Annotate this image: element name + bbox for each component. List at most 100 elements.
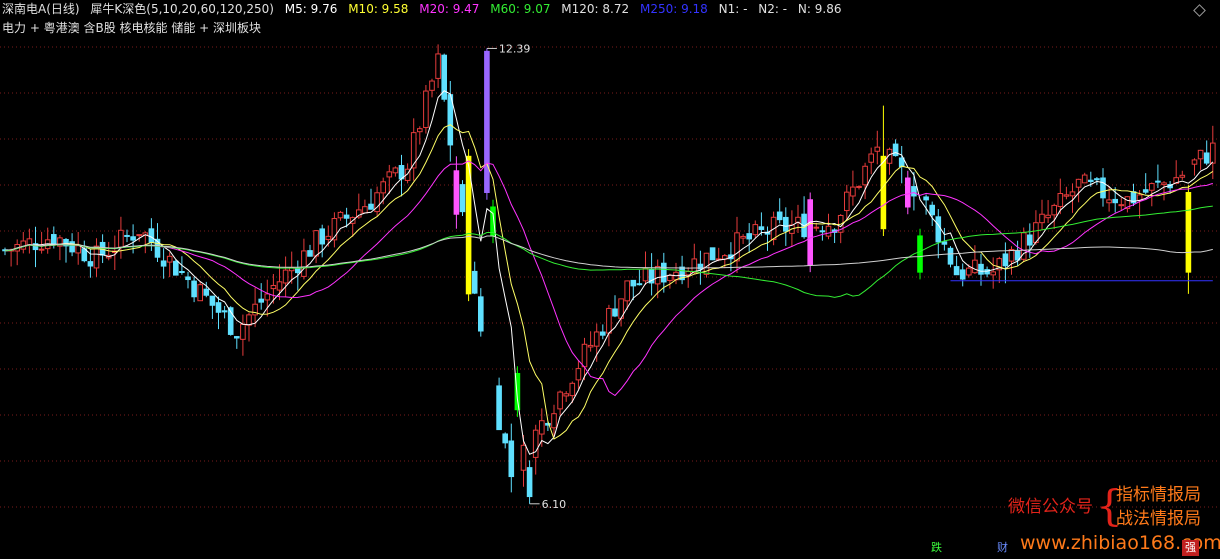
candle-body	[917, 235, 923, 273]
candle-body	[551, 413, 557, 429]
candle-body	[362, 206, 368, 214]
candle-body	[307, 250, 313, 257]
badge-qiang[interactable]: 强	[1182, 540, 1199, 556]
candle-body	[709, 247, 716, 261]
ma5-line	[4, 90, 1214, 455]
candle-body	[874, 146, 881, 152]
badge-die[interactable]: 跌	[928, 540, 945, 556]
candle-body	[1100, 177, 1106, 199]
candle-body	[1179, 174, 1186, 178]
candle-body	[148, 228, 155, 243]
candle-body	[1027, 234, 1033, 246]
candle-body	[215, 302, 222, 313]
candle-body	[295, 268, 301, 274]
candle-body	[1069, 191, 1076, 197]
candle-body	[221, 310, 228, 313]
candle-body	[313, 230, 319, 257]
ma10-value: M10: 9.58	[348, 2, 409, 16]
candle-body	[746, 233, 753, 240]
candle-body	[429, 80, 435, 91]
watermark-name-1: 指标情报局	[1116, 485, 1201, 505]
candle-body	[1008, 249, 1015, 262]
candle-body	[807, 199, 814, 266]
candle-body	[1106, 199, 1112, 204]
candle-body	[1155, 180, 1161, 183]
candle-body	[526, 467, 533, 498]
stock-name: 深南电A(日线)	[2, 2, 80, 16]
candle-body	[1191, 159, 1198, 165]
candle-body	[179, 271, 185, 274]
candle-body	[258, 298, 264, 303]
candle-body	[520, 444, 527, 471]
candle-body	[636, 283, 643, 286]
indicator-name: 犀牛K深色(5,10,20,60,120,250)	[90, 2, 274, 16]
candle-body	[825, 225, 832, 237]
candle-body	[972, 259, 978, 274]
candle-body	[130, 236, 136, 241]
candle-body	[368, 203, 374, 210]
kline-chart[interactable]: 12.39 6.10 深南电A(日线) 犀牛K深色(5,10,20,60,120,…	[0, 0, 1220, 559]
candle-body	[953, 266, 960, 276]
candle-body	[581, 343, 588, 368]
high-label: 12.39	[499, 42, 531, 55]
candle-body	[923, 196, 929, 201]
candle-body	[532, 429, 539, 458]
candle-body	[1057, 193, 1064, 207]
candle-body	[136, 234, 142, 237]
candle-body	[892, 143, 899, 157]
candle-body	[1210, 142, 1216, 164]
candle-body	[118, 229, 124, 248]
candle-body	[929, 204, 936, 216]
candle-body	[844, 191, 850, 212]
candle-body	[606, 307, 612, 334]
candle-body	[898, 157, 905, 168]
candle-body	[1118, 204, 1125, 207]
candle-body	[270, 284, 277, 290]
candle-body	[612, 308, 618, 317]
candle-body	[978, 263, 984, 275]
candle-body	[343, 214, 350, 219]
candle-body	[600, 331, 606, 336]
candle-body	[941, 241, 948, 245]
candle-body	[234, 336, 240, 339]
n-value: N: 9.86	[797, 2, 842, 16]
candle-body	[276, 281, 283, 291]
candle-body	[783, 216, 789, 232]
candle-body	[1045, 214, 1051, 219]
candle-body	[569, 382, 576, 397]
watermark-wechat: 微信公众号	[1008, 497, 1093, 517]
candle-body	[1112, 198, 1119, 204]
chart-header: 深南电A(日线) 犀牛K深色(5,10,20,60,120,250) M5: 9…	[2, 1, 848, 17]
ma5-value: M5: 9.76	[284, 2, 338, 16]
candle-body	[905, 177, 911, 208]
candle-body	[1149, 183, 1155, 191]
candle-body	[642, 267, 649, 282]
candle-body	[1088, 179, 1094, 182]
candle-body	[1185, 192, 1192, 273]
candle-body	[1203, 152, 1210, 164]
candle-body	[758, 226, 765, 230]
candle-body	[478, 296, 484, 332]
candle-body	[380, 181, 386, 194]
candle-body	[691, 258, 698, 274]
candle-body	[740, 235, 746, 239]
candle-body	[575, 368, 582, 381]
candle-body	[911, 186, 917, 197]
ma20-value: M20: 9.47	[419, 2, 480, 16]
candle-body	[471, 270, 478, 294]
candle-body	[563, 393, 570, 397]
candle-body	[26, 238, 33, 246]
candle-body	[935, 216, 942, 243]
candle-body	[850, 186, 856, 197]
candle-body	[356, 209, 362, 218]
candle-body	[69, 241, 75, 253]
candle-body	[51, 234, 57, 245]
candle-body	[301, 250, 307, 277]
candle-body	[166, 255, 173, 263]
candle-body	[496, 385, 502, 431]
candle-body	[93, 245, 100, 269]
candle-body	[75, 245, 82, 254]
candle-body	[484, 50, 490, 194]
candle-body	[417, 128, 423, 133]
badge-cai[interactable]: 财	[994, 540, 1011, 556]
